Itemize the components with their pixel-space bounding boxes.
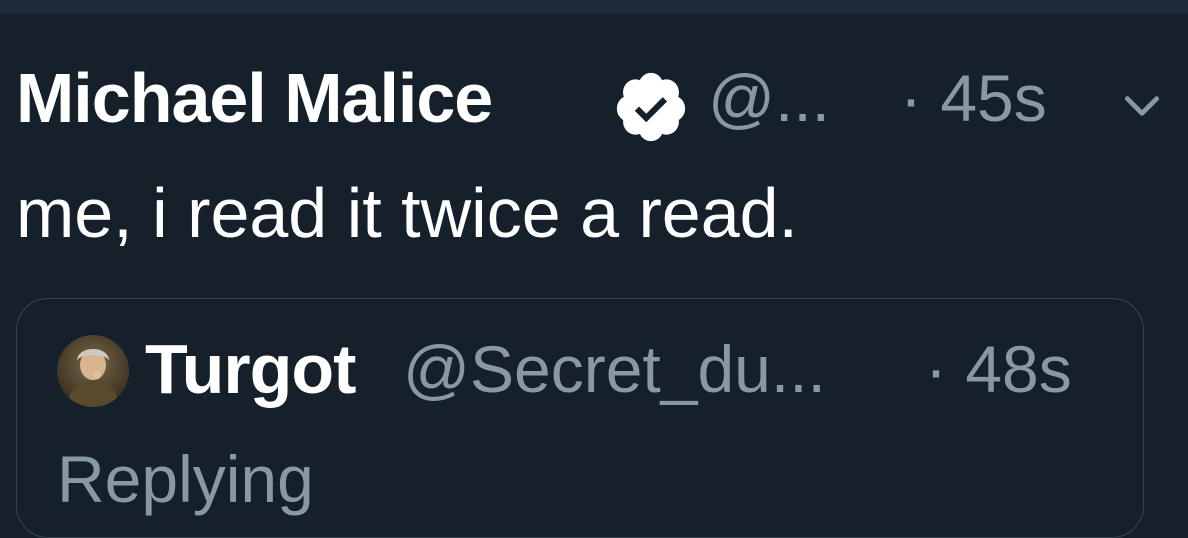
chevron-down-icon[interactable] [1120,84,1164,128]
tweet[interactable]: Michael Malice @... · 45s me, i read it … [0,14,1188,538]
tweet-text: me, i read it twice a read. [16,174,798,252]
tweet-header: Michael Malice @... · 45s [16,56,1176,142]
verified-badge-icon [612,68,690,146]
quoted-tweet[interactable]: Turgot @Secret_du... · 48s Replying [16,298,1144,538]
top-bar [0,0,1188,14]
quoted-tweet-timestamp[interactable]: · 48s [925,327,1072,411]
replying-to-label: Replying [57,442,314,516]
quoted-author-handle[interactable]: @Secret_du... [403,327,826,411]
tweet-timestamp[interactable]: · 45s [900,56,1047,140]
avatar[interactable] [57,335,129,407]
author-handle[interactable]: @... [708,56,830,140]
quoted-author-name[interactable]: Turgot [145,327,356,411]
author-name[interactable]: Michael Malice [16,56,493,140]
